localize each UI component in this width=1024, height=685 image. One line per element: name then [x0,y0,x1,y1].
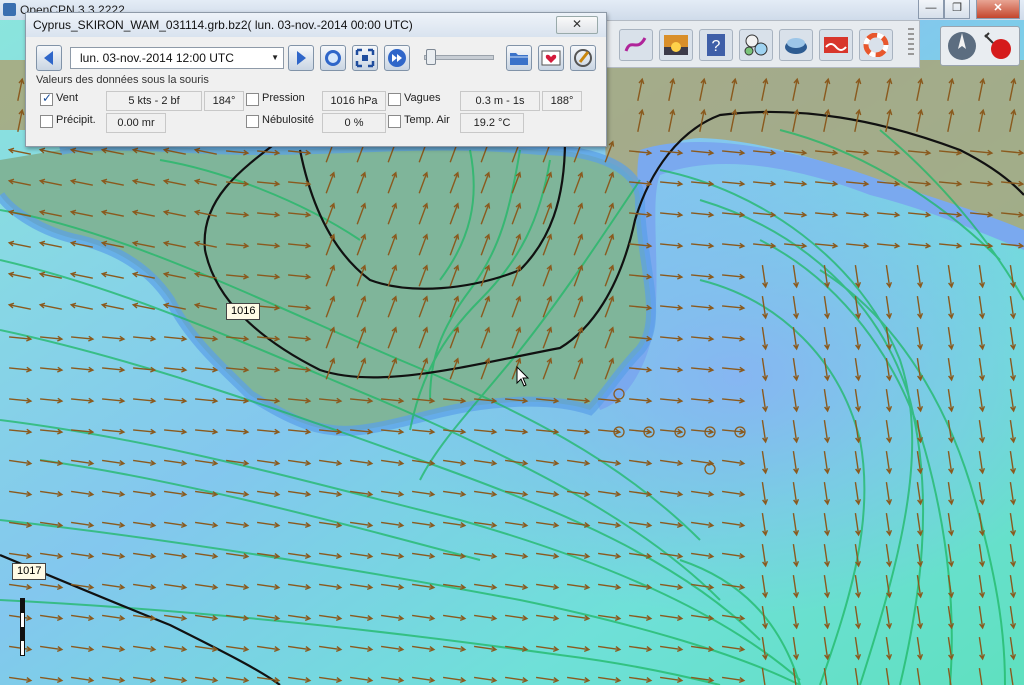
folder-icon [510,53,528,65]
time-slider[interactable] [422,47,494,67]
air-temp-checkbox[interactable] [388,115,401,128]
cloud-field: 0 % [322,113,386,133]
gps-status-icon [984,32,1011,59]
app-icon [3,3,16,16]
chevron-down-icon: ▼ [271,53,279,62]
slider-thumb[interactable] [426,49,436,65]
chart-info-button[interactable] [779,29,813,61]
clock-icon [325,50,341,66]
air-temp-field: 19.2 °C [460,113,524,133]
request-button[interactable] [570,45,596,71]
precip-label: Précipit. [56,114,96,126]
lifebuoy-button[interactable] [859,29,893,61]
gauge-icon [744,34,768,56]
open-file-button[interactable] [506,45,532,71]
settings-button[interactable] [538,45,564,71]
waves-checkbox[interactable] [388,93,401,106]
compass-icon [948,32,976,60]
instruments-button[interactable] [739,29,773,61]
tide-icon [824,37,848,53]
grib-dialog: Cyprus_SKIRON_WAM_031114.grb.bz2( lun. 0… [25,12,607,147]
maximize-button[interactable]: ❐ [944,0,970,19]
svg-text:?: ? [712,38,721,55]
prev-time-button[interactable] [36,45,62,71]
scale-bar [20,598,25,656]
data-group-label: Valeurs des données sous la souris [34,74,211,86]
chart-info-icon [785,38,807,54]
help-button[interactable]: ? [699,29,733,61]
fast-forward-icon [388,49,406,67]
mouse-cursor-icon [516,366,530,387]
wind-label: Vent [56,92,79,104]
pressure-field: 1016 hPa [322,91,386,111]
lifebuoy-icon [863,33,889,57]
cloud-checkbox[interactable] [246,115,259,128]
compass-panel[interactable] [940,26,1020,66]
pressure-checkbox[interactable] [246,93,259,106]
tide-button[interactable] [819,29,853,61]
help-icon: ? [707,34,725,56]
toolbar-grip[interactable] [908,28,914,58]
precip-field: 0.00 mr [106,113,166,133]
expand-icon [355,48,375,68]
next-time-button[interactable] [288,45,314,71]
edit-icon [574,49,592,67]
precip-checkbox[interactable] [40,115,53,128]
wind-direction-field: 184° [204,91,244,111]
sunset-button[interactable] [659,29,693,61]
cloud-label: Nébulosité [262,114,314,126]
waves-label: Vagues [404,92,441,104]
close-button[interactable]: ✕ [976,0,1020,19]
isobar-label-1016: 1016 [226,303,261,320]
now-button[interactable] [320,45,346,71]
time-select[interactable]: lun. 03-nov.-2014 12:00 UTC ▼ [70,47,284,69]
grib-title: Cyprus_SKIRON_WAM_031114.grb.bz2( lun. 0… [33,18,413,32]
isobar-label-1017: 1017 [12,563,47,580]
wind-checkbox[interactable] [40,91,53,106]
settings-heart-icon [541,50,561,66]
arrow-left-icon [44,51,53,65]
waves-field: 0.3 m - 1s [460,91,540,111]
time-select-value: lun. 03-nov.-2014 12:00 UTC [80,51,234,65]
air-temp-label: Temp. Air [404,114,450,126]
route-button[interactable] [619,29,653,61]
grib-titlebar[interactable]: Cyprus_SKIRON_WAM_031114.grb.bz2( lun. 0… [26,13,606,37]
sunset-icon [664,35,688,55]
waves-direction-field: 188° [542,91,582,111]
zoom-to-center-button[interactable] [352,45,378,71]
arrow-right-icon [297,51,306,65]
grib-close-button[interactable]: ✕ [556,16,598,34]
pressure-label: Pression [262,92,305,104]
wind-speed-field: 5 kts - 2 bf [106,91,202,111]
play-button[interactable] [384,45,410,71]
main-toolbar: ? [600,20,920,68]
route-icon [624,37,647,52]
minimize-button[interactable]: — [918,0,944,19]
